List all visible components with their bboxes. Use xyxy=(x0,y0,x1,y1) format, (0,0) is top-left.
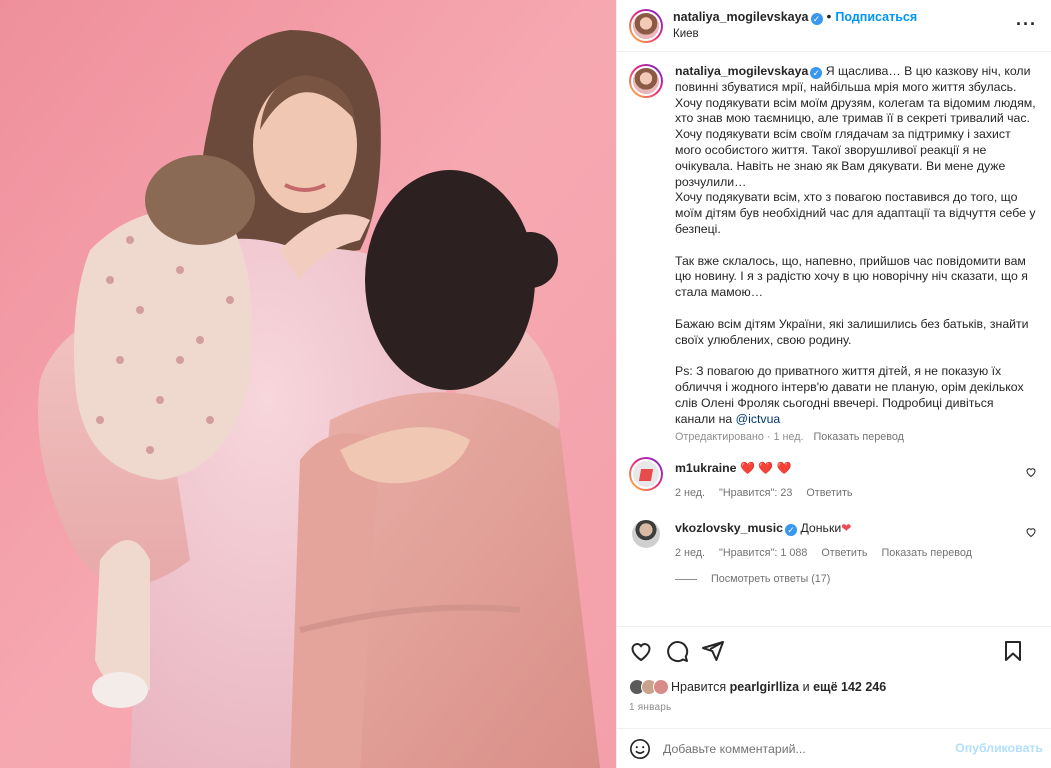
liker-avatar[interactable] xyxy=(653,679,669,695)
post-modal: nataliya_mogilevskaya ✓ • Подписаться Киев … xyxy=(0,0,1051,768)
comment-bubble-icon[interactable] xyxy=(665,639,689,663)
comment-text: ❤️ ❤️ ❤️ xyxy=(739,461,792,476)
replies-divider xyxy=(675,578,697,580)
liker-username[interactable]: pearlgirlliza xyxy=(730,680,799,694)
caption-body: nataliya_mogilevskaya ✓ Я щаслива… В цю к… xyxy=(675,64,1037,427)
post-actions-bar xyxy=(617,626,1051,674)
translate-comment-button[interactable]: Показать перевод xyxy=(882,547,972,559)
caption-author-username[interactable]: nataliya_mogilevskaya xyxy=(675,64,808,78)
more-options-icon[interactable]: ··· xyxy=(1016,15,1037,33)
author-info: nataliya_mogilevskaya ✓ • Подписаться Киев xyxy=(673,8,917,43)
save-bookmark-icon[interactable] xyxy=(1001,639,1025,663)
like-heart-icon[interactable] xyxy=(629,639,653,663)
photo-illustration xyxy=(0,0,616,768)
comment-text: Доньки xyxy=(800,521,842,536)
view-replies-label[interactable]: Посмотреть ответы (17) xyxy=(711,573,830,585)
edited-label: Отредактировано xyxy=(675,431,764,444)
verified-badge-icon: ✓ xyxy=(785,524,798,537)
liker-avatars xyxy=(629,679,669,695)
likes-count[interactable]: ещё 142 246 xyxy=(813,680,886,694)
verified-badge-icon: ✓ xyxy=(810,67,823,79)
add-comment-input[interactable] xyxy=(663,741,933,756)
commenter-username[interactable]: vkozlovsky_music xyxy=(675,521,783,535)
caption-meta: Отредактировано · 1 нед. Показать перевод xyxy=(675,431,1039,443)
verified-badge-icon: ✓ xyxy=(810,13,823,25)
author-username[interactable]: nataliya_mogilevskaya xyxy=(673,10,809,24)
comment-time[interactable]: 2 нед. xyxy=(675,547,705,559)
view-replies-button[interactable]: Посмотреть ответы (17) xyxy=(675,573,1039,585)
likes-prefix: Нравится xyxy=(671,680,727,694)
separator-dot: · xyxy=(766,431,771,444)
commenter-username[interactable]: m1ukraine xyxy=(675,461,737,475)
commenter-avatar[interactable] xyxy=(629,457,663,492)
comment-like-heart-icon[interactable] xyxy=(1025,466,1037,478)
mention-link[interactable]: @ictvua xyxy=(736,412,781,426)
comment-meta: 2 нед. "Нравится": 1 088 Ответить Показа… xyxy=(675,545,983,561)
likes-summary: Нравится pearlgirlliza и ещё 142 246 xyxy=(617,674,1051,700)
likes-and: и xyxy=(802,680,810,694)
share-paper-plane-icon[interactable] xyxy=(701,639,725,663)
commenter-avatar[interactable] xyxy=(632,520,660,549)
translate-caption-button[interactable]: Показать перевод xyxy=(814,431,904,443)
author-avatar[interactable] xyxy=(629,8,663,43)
comment-likes[interactable]: "Нравится": 1 088 xyxy=(719,547,807,559)
comment-meta: 2 нед. "Нравится": 23 Ответить xyxy=(675,485,864,501)
comment-item: vkozlovsky_music ✓ Доньки❤ 2 нед. "Нравит… xyxy=(629,517,1039,561)
post-date[interactable]: 1 январь xyxy=(617,700,1051,722)
follow-button[interactable]: Подписаться xyxy=(835,10,917,24)
heart-emoji-icon: ❤ xyxy=(841,521,852,536)
post-header: nataliya_mogilevskaya ✓ • Подписаться Киев … xyxy=(617,0,1051,52)
publish-comment-button[interactable]: Опубликовать xyxy=(955,741,1043,755)
caption-author-avatar[interactable] xyxy=(629,64,663,98)
comment-time[interactable]: 2 нед. xyxy=(675,487,705,499)
comment-item: m1ukraine ❤️ ❤️ ❤️ 2 нед. "Нравится": 23… xyxy=(629,457,1039,501)
post-location[interactable]: Киев xyxy=(673,26,917,43)
reply-button[interactable]: Ответить xyxy=(821,547,867,559)
post-photo[interactable] xyxy=(0,0,616,768)
comment-body: m1ukraine ❤️ ❤️ ❤️ 2 нед. "Нравится": 23… xyxy=(675,457,864,501)
comments-scroll-area[interactable]: nataliya_mogilevskaya ✓ Я щаслива… В цю к… xyxy=(617,52,1051,626)
add-comment-bar: Опубликовать xyxy=(617,728,1051,768)
separator-dot: • xyxy=(826,8,832,24)
comment-like-heart-icon[interactable] xyxy=(1025,526,1037,538)
reply-button[interactable]: Ответить xyxy=(806,487,852,499)
emoji-smiley-icon[interactable] xyxy=(629,738,651,760)
comment-body: vkozlovsky_music ✓ Доньки❤ 2 нед. "Нравит… xyxy=(675,517,983,561)
post-caption: nataliya_mogilevskaya ✓ Я щаслива… В цю к… xyxy=(629,64,1039,427)
caption-text: Я щаслива… В цю казкову ніч, коли повинн… xyxy=(675,64,1036,426)
comment-likes[interactable]: "Нравится": 23 xyxy=(719,487,792,499)
post-side-panel: nataliya_mogilevskaya ✓ • Подписаться Киев … xyxy=(616,0,1051,768)
caption-time[interactable]: 1 нед. xyxy=(773,431,803,443)
